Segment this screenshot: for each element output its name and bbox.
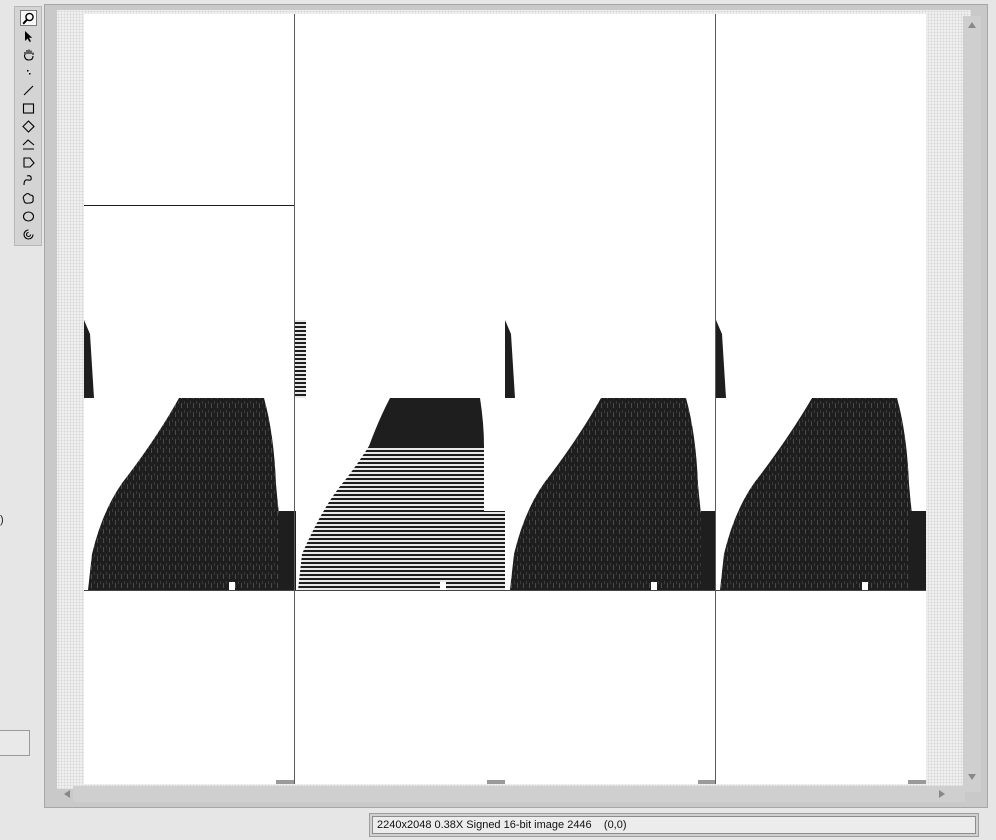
scroll-up-icon[interactable] [968,22,976,28]
tile-divider [715,14,716,784]
rotated-rectangle-icon[interactable] [20,118,37,134]
point-icon[interactable] [20,64,37,80]
scroll-left-icon[interactable] [64,790,70,798]
vertical-scrollbar[interactable] [963,16,981,792]
annulus-icon[interactable] [20,226,37,242]
rectangle-icon[interactable] [20,100,37,116]
status-text: 2240x2048 0.38X Signed 16-bit image 2446… [372,816,976,834]
tool-palette [14,6,42,246]
image-display[interactable] [44,4,988,808]
image-info-text: 2240x2048 0.38X Signed 16-bit image 2446 [377,819,592,831]
horizontal-divider [84,205,294,206]
polygon-icon[interactable] [20,154,37,170]
pointer-icon[interactable] [20,28,37,44]
cursor-coordinates: (0,0) [603,819,627,831]
freehand-line-icon[interactable] [20,172,37,188]
freehand-region-icon[interactable] [20,190,37,206]
partial-input-field[interactable] [0,730,30,756]
horizontal-divider [84,590,926,591]
cutoff-label: ) [0,514,4,526]
line-icon[interactable] [20,82,37,98]
pan-hand-icon[interactable] [20,46,37,62]
scroll-right-icon[interactable] [939,790,945,798]
scroll-down-icon[interactable] [968,774,976,780]
tile-divider [294,14,295,784]
image-info-status-bar: 2240x2048 0.38X Signed 16-bit image 2446… [369,813,979,837]
oval-icon[interactable] [20,208,37,224]
horizontal-scrollbar[interactable] [64,786,965,802]
polyline-icon[interactable] [20,136,37,152]
image-content [84,320,926,784]
zoom-icon[interactable] [20,10,37,26]
image-canvas[interactable] [84,14,926,784]
image-viewport[interactable] [57,10,981,802]
